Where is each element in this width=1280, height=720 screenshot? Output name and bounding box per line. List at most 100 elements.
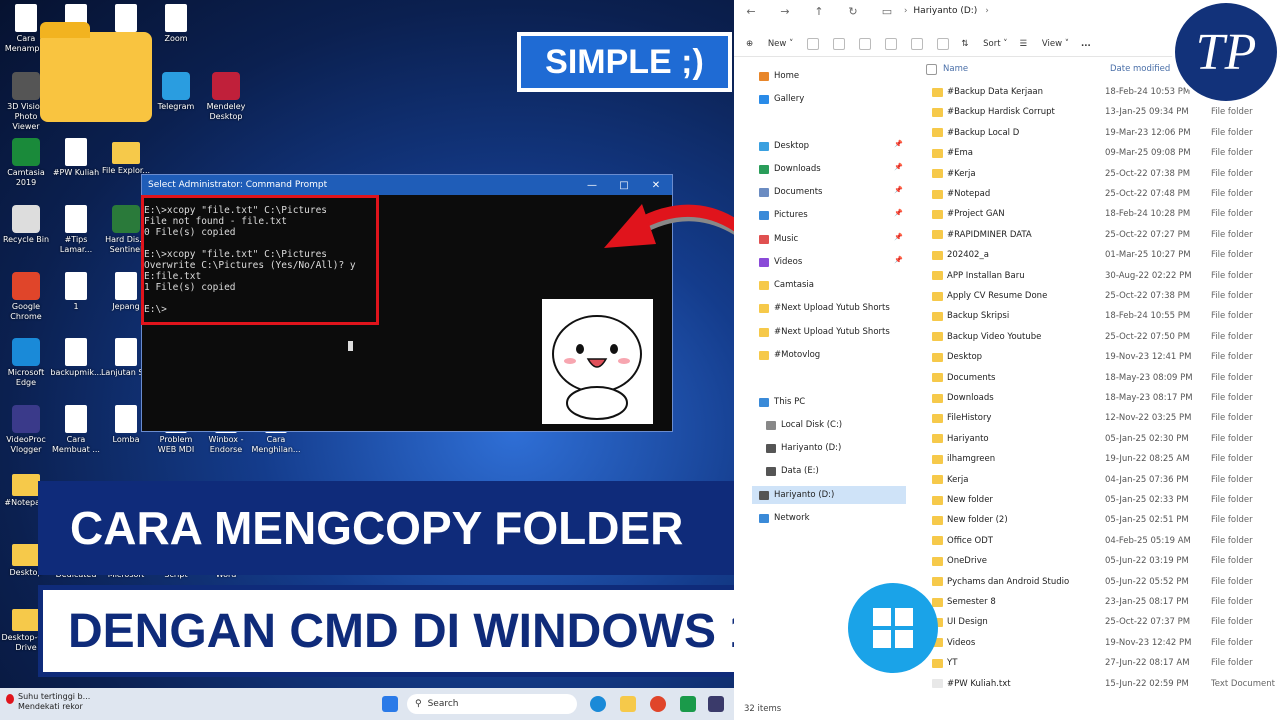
- file-row[interactable]: Office ODT 04-Feb-25 05:19 AM File folder: [922, 531, 1280, 551]
- back-icon[interactable]: ←: [734, 5, 768, 18]
- videoproc-icon[interactable]: [708, 696, 724, 712]
- paste-icon[interactable]: [859, 38, 872, 50]
- file-row[interactable]: Backup Video Youtube 25-Oct-22 07:50 PM Fi…: [922, 327, 1280, 347]
- file-row[interactable]: #Backup Local D 19-Mar-23 12:06 PM File fo…: [922, 123, 1280, 143]
- column-name[interactable]: Name: [943, 64, 968, 74]
- file-row[interactable]: APP Installan Baru 30-Aug-22 02:22 PM File…: [922, 266, 1280, 286]
- nav-item[interactable]: #Next Upload Yutub Shorts: [759, 299, 890, 317]
- desktop-icon[interactable]: Microsoft Edge: [0, 338, 52, 388]
- cmd-titlebar[interactable]: Select Administrator: Command Prompt — □…: [142, 175, 672, 195]
- file-row[interactable]: Documents 18-May-23 08:09 PM File folder: [922, 368, 1280, 388]
- pin-icon[interactable]: 📌: [894, 256, 903, 264]
- desktop-icon[interactable]: 1: [50, 272, 102, 312]
- up-icon[interactable]: ↑: [802, 5, 836, 18]
- file-row[interactable]: 202402_a 01-Mar-25 10:27 PM File folder: [922, 245, 1280, 265]
- cut-icon[interactable]: [807, 38, 820, 50]
- forward-icon[interactable]: →: [768, 5, 802, 18]
- desktop-icon[interactable]: #Tips Lamar...: [50, 205, 102, 255]
- desktop-icon[interactable]: Zoom: [150, 4, 202, 44]
- file-row[interactable]: Hariyanto 05-Jan-25 02:30 PM File folder: [922, 429, 1280, 449]
- sort-button[interactable]: ⇅ Sort ˅: [961, 39, 1007, 49]
- file-row[interactable]: Backup Skripsi 18-Feb-24 10:55 PM File fol…: [922, 306, 1280, 326]
- file-row[interactable]: Semester 8 23-Jan-25 08:17 PM File folder: [922, 592, 1280, 612]
- edge-icon[interactable]: [590, 696, 606, 712]
- nav-item[interactable]: Downloads: [759, 160, 821, 178]
- nav-item[interactable]: Hariyanto (D:): [766, 439, 841, 457]
- file-row[interactable]: New folder 05-Jan-25 02:33 PM File folder: [922, 490, 1280, 510]
- nav-item[interactable]: #Motovlog: [759, 346, 820, 364]
- file-row[interactable]: #Ema 09-Mar-25 09:08 PM File folder: [922, 143, 1280, 163]
- file-row[interactable]: Desktop 19-Nov-23 12:41 PM File folder: [922, 347, 1280, 367]
- file-explorer-icon[interactable]: [620, 696, 636, 712]
- share-icon[interactable]: [911, 38, 924, 50]
- nav-item[interactable]: #Next Upload Yutub Shorts: [759, 323, 890, 341]
- file-row[interactable]: Apply CV Resume Done 25-Oct-22 07:38 PM Fi…: [922, 286, 1280, 306]
- file-row[interactable]: Videos 19-Nov-23 12:42 PM File folder: [922, 633, 1280, 653]
- delete-icon[interactable]: [937, 38, 950, 50]
- desktop-icon[interactable]: Cara Membuat ...: [50, 405, 102, 455]
- file-row[interactable]: #Notepad 25-Oct-22 07:48 PM File folder: [922, 184, 1280, 204]
- file-row[interactable]: #RAPIDMINER DATA 25-Oct-22 07:27 PM File f…: [922, 225, 1280, 245]
- file-row[interactable]: Downloads 18-May-23 08:17 PM File folder: [922, 388, 1280, 408]
- nav-item[interactable]: Gallery: [759, 90, 804, 108]
- nav-item[interactable]: Videos: [759, 253, 802, 271]
- desktop-icon[interactable]: Mendeley Desktop: [200, 72, 252, 122]
- file-row[interactable]: Kerja 04-Jan-25 07:36 PM File folder: [922, 470, 1280, 490]
- minimize-icon[interactable]: —: [576, 180, 608, 191]
- nav-item[interactable]: Home: [759, 67, 799, 85]
- nav-item[interactable]: Camtasia: [759, 276, 814, 294]
- desktop-icon[interactable]: #PW Kuliah: [50, 138, 102, 178]
- nav-item[interactable]: Pictures: [759, 206, 808, 224]
- file-row[interactable]: FileHistory 12-Nov-22 03:25 PM File folder: [922, 408, 1280, 428]
- file-row[interactable]: YT 27-Jun-22 08:17 AM File folder: [922, 653, 1280, 673]
- file-row[interactable]: ilhamgreen 19-Jun-22 08:25 AM File folder: [922, 449, 1280, 469]
- file-row[interactable]: #Backup Hardisk Corrupt 13-Jan-25 09:34 P…: [922, 102, 1280, 122]
- nav-item[interactable]: Music: [759, 230, 798, 248]
- desktop-icon[interactable]: Camtasia 2019: [0, 138, 52, 188]
- file-row[interactable]: Pychams dan Android Studio 05-Jun-22 05:5…: [922, 572, 1280, 592]
- close-icon[interactable]: ✕: [640, 180, 672, 191]
- new-button[interactable]: ⊕ New ˅: [746, 39, 793, 49]
- nav-item[interactable]: This PC: [759, 393, 805, 411]
- desktop-icon[interactable]: Google Chrome: [0, 272, 52, 322]
- chrome-icon[interactable]: [650, 696, 666, 712]
- folder-icon: [932, 107, 943, 117]
- pin-icon[interactable]: 📌: [894, 186, 903, 194]
- nav-item[interactable]: Hariyanto (D:): [752, 486, 906, 504]
- nav-item[interactable]: Network: [759, 509, 810, 527]
- rename-icon[interactable]: [885, 38, 898, 50]
- pin-icon[interactable]: 📌: [894, 163, 903, 171]
- taskbar-search[interactable]: ⚲ Search: [407, 694, 577, 714]
- pin-icon[interactable]: 📌: [894, 233, 903, 241]
- desktop-icon[interactable]: File Explor...: [100, 138, 152, 176]
- file-row[interactable]: OneDrive 05-Jun-22 03:19 PM File folder: [922, 551, 1280, 571]
- maximize-icon[interactable]: □: [608, 180, 640, 191]
- more-button[interactable]: ...: [1081, 39, 1091, 49]
- breadcrumb[interactable]: Hariyanto (D:): [913, 6, 977, 16]
- nav-item[interactable]: Documents: [759, 183, 822, 201]
- select-all-checkbox[interactable]: [926, 64, 937, 75]
- camtasia-icon[interactable]: [680, 696, 696, 712]
- file-row[interactable]: UI Design 25-Oct-22 07:37 PM File folder: [922, 612, 1280, 632]
- file-row[interactable]: #Project GAN 18-Feb-24 10:28 PM File folde…: [922, 204, 1280, 224]
- refresh-icon[interactable]: ↻: [836, 5, 870, 18]
- column-date[interactable]: Date modified: [1110, 64, 1170, 74]
- pin-icon[interactable]: 📌: [894, 140, 903, 148]
- desktop-icon-label: Lomba: [112, 435, 140, 444]
- file-row[interactable]: New folder (2) 05-Jan-25 02:51 PM File fol…: [922, 510, 1280, 530]
- file-name: Kerja: [947, 474, 969, 485]
- weather-widget[interactable]: Suhu tertinggi b... Mendekati rekor: [18, 692, 90, 712]
- windows-start-icon[interactable]: [382, 696, 398, 712]
- copy-icon[interactable]: [833, 38, 846, 50]
- file-row[interactable]: #PW Kuliah.txt 15-Jun-22 02:59 PM Text Doc…: [922, 674, 1280, 694]
- desktop-icon[interactable]: Telegram: [150, 72, 202, 112]
- nav-item[interactable]: Desktop: [759, 137, 809, 155]
- nav-item[interactable]: Local Disk (C:): [766, 416, 842, 434]
- view-button[interactable]: ☰ View ˅: [1020, 39, 1069, 49]
- nav-item[interactable]: Data (E:): [766, 462, 819, 480]
- pin-icon[interactable]: 📌: [894, 209, 903, 217]
- file-row[interactable]: #Kerja 25-Oct-22 07:38 PM File folder: [922, 164, 1280, 184]
- desktop-icon[interactable]: backupmik...: [50, 338, 102, 378]
- desktop-icon[interactable]: VideoProc Vlogger: [0, 405, 52, 455]
- desktop-icon[interactable]: Recycle Bin: [0, 205, 52, 245]
